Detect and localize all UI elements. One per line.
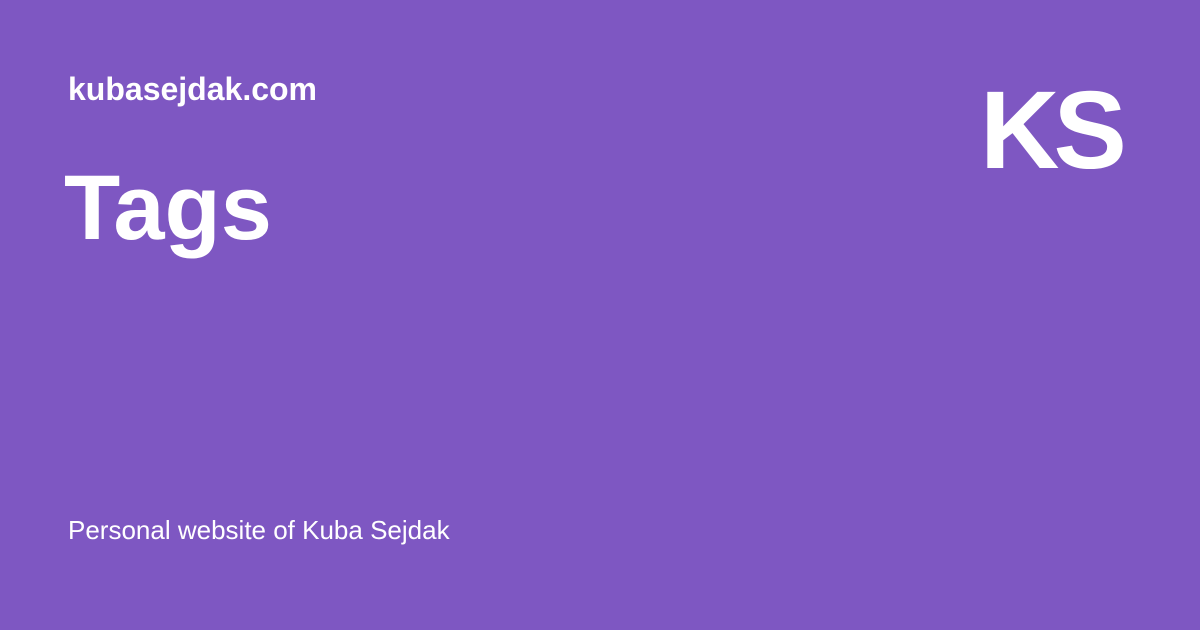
site-name: kubasejdak.com	[68, 71, 317, 107]
site-tagline: Personal website of Kuba Sejdak	[68, 515, 450, 545]
site-logo: KS	[980, 69, 1127, 192]
page-title: Tags	[64, 157, 272, 259]
